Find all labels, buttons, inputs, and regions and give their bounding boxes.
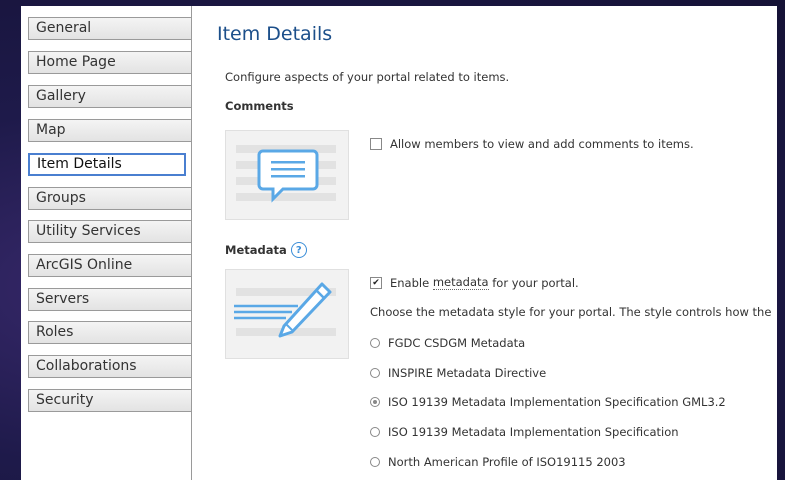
style-label-inspire: INSPIRE Metadata Directive <box>388 366 547 380</box>
enable-metadata-prefix: Enable <box>390 275 430 290</box>
comments-illustration <box>225 130 349 220</box>
style-option-inspire[interactable]: INSPIRE Metadata Directive <box>370 366 546 380</box>
sidebar-item-roles[interactable]: Roles <box>28 321 191 344</box>
comment-bubble-icon <box>236 145 336 203</box>
style-label-iso-gml32: ISO 19139 Metadata Implementation Specif… <box>388 395 726 409</box>
style-option-iso[interactable]: ISO 19139 Metadata Implementation Specif… <box>370 425 679 439</box>
allow-comments-row[interactable]: Allow members to view and add comments t… <box>370 137 694 151</box>
style-radio-iso[interactable] <box>370 427 380 437</box>
page-intro: Configure aspects of your portal related… <box>225 70 510 84</box>
metadata-illustration <box>225 269 349 359</box>
comments-heading: Comments <box>225 99 294 113</box>
sidebar-item-gallery[interactable]: Gallery <box>28 85 191 108</box>
enable-metadata-checkbox[interactable]: ✔ <box>370 276 382 289</box>
sidebar-nav: General Home Page Gallery Map Item Detai… <box>21 6 192 480</box>
style-option-iso-gml32[interactable]: ISO 19139 Metadata Implementation Specif… <box>370 395 726 409</box>
enable-metadata-row[interactable]: ✔ Enable metadata for your portal. <box>370 275 579 290</box>
sidebar-item-servers[interactable]: Servers <box>28 288 191 311</box>
sidebar-item-general[interactable]: General <box>28 17 191 40</box>
metadata-heading-wrap: Metadata ? <box>225 242 307 258</box>
page-title: Item Details <box>217 23 333 45</box>
style-label-fgdc: FGDC CSDGM Metadata <box>388 336 526 350</box>
style-label-nap: North American Profile of ISO19115 2003 <box>388 455 626 469</box>
style-radio-inspire[interactable] <box>370 368 380 378</box>
style-option-fgdc[interactable]: FGDC CSDGM Metadata <box>370 336 525 350</box>
sidebar-item-groups[interactable]: Groups <box>28 187 191 210</box>
main-content: Item Details Configure aspects of your p… <box>217 6 777 480</box>
sidebar-item-item-details[interactable]: Item Details <box>28 153 186 176</box>
style-radio-iso-gml32[interactable] <box>370 397 380 407</box>
metadata-style-text: Choose the metadata style for your porta… <box>370 305 772 319</box>
settings-panel: General Home Page Gallery Map Item Detai… <box>21 6 777 480</box>
help-icon[interactable]: ? <box>290 242 307 258</box>
sidebar-item-home-page[interactable]: Home Page <box>28 51 191 74</box>
enable-metadata-suffix: for your portal. <box>492 275 579 290</box>
allow-comments-checkbox[interactable] <box>370 138 382 150</box>
sidebar-item-utility-services[interactable]: Utility Services <box>28 220 191 243</box>
allow-comments-label: Allow members to view and add comments t… <box>390 137 694 151</box>
sidebar-item-collaborations[interactable]: Collaborations <box>28 355 191 378</box>
style-radio-nap[interactable] <box>370 457 380 467</box>
style-option-nap[interactable]: North American Profile of ISO19115 2003 <box>370 455 626 469</box>
style-label-iso: ISO 19139 Metadata Implementation Specif… <box>388 425 679 439</box>
style-radio-fgdc[interactable] <box>370 338 380 348</box>
sidebar-item-arcgis-online[interactable]: ArcGIS Online <box>28 254 191 277</box>
pen-lines-icon <box>234 282 336 338</box>
sidebar-item-map[interactable]: Map <box>28 119 191 142</box>
metadata-heading: Metadata <box>225 243 287 257</box>
sidebar-item-security[interactable]: Security <box>28 389 191 412</box>
radio-selected-dot <box>373 400 377 404</box>
metadata-term-link[interactable]: metadata <box>432 275 489 290</box>
